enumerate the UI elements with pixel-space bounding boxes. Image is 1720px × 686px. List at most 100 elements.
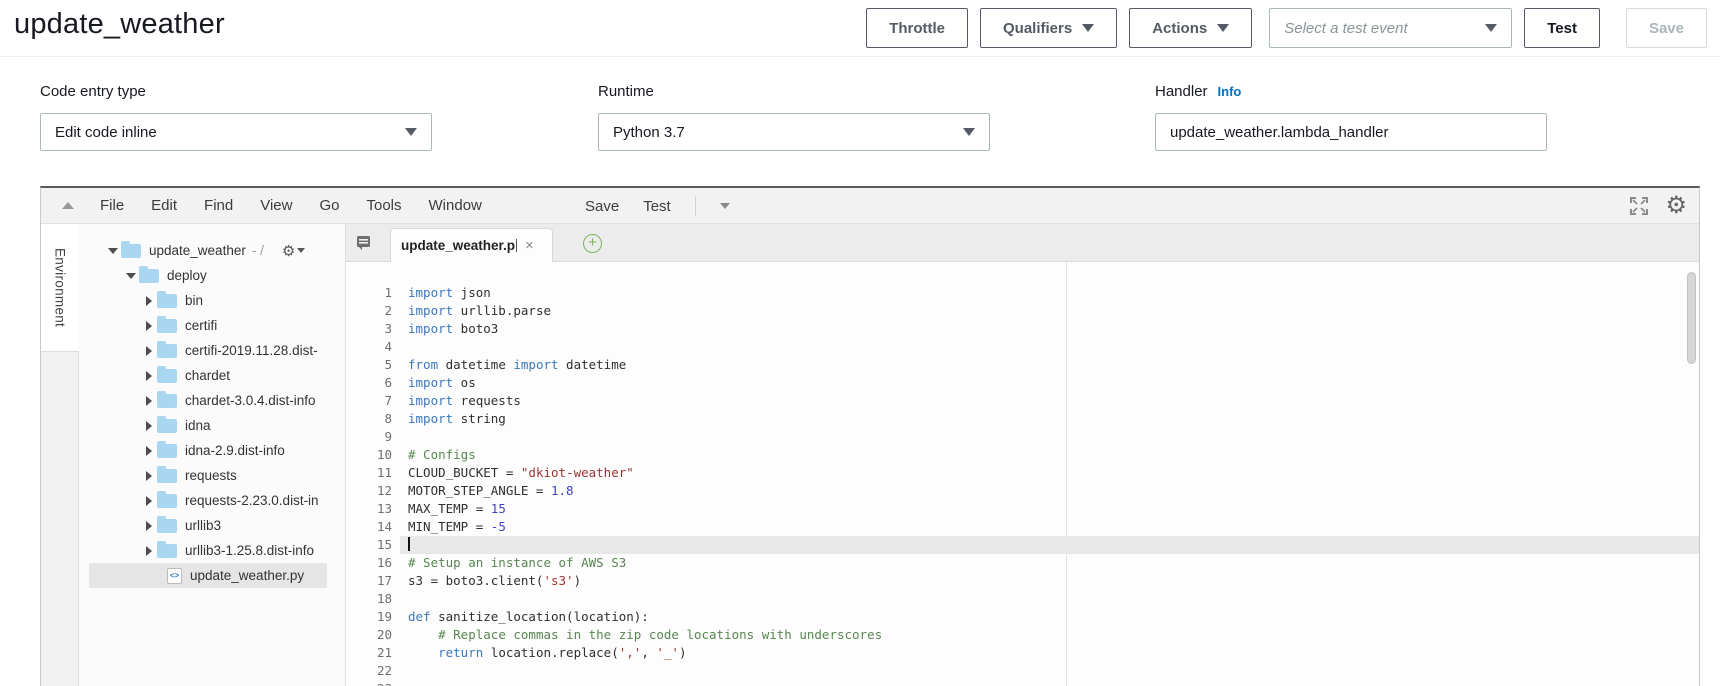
tree-folder-certifi[interactable]: certifi	[79, 313, 345, 338]
code-entry-type-group: Code entry type Edit code inline	[40, 83, 432, 151]
editor-settings-gear-icon[interactable]: ⚙	[1665, 194, 1687, 218]
editor-menubar-icons: ⚙	[1628, 188, 1687, 224]
chevron-collapsed-icon[interactable]	[141, 421, 157, 431]
line-number: 14	[346, 518, 400, 536]
code-line-21[interactable]: 21 return location.replace(',', '_')	[346, 644, 1699, 662]
code-line-23[interactable]: 23	[346, 680, 1699, 686]
code-line-7[interactable]: 7import requests	[346, 392, 1699, 410]
chevron-collapsed-icon[interactable]	[141, 496, 157, 506]
menu-tools[interactable]: Tools	[366, 197, 401, 214]
code-line-14[interactable]: 14MIN_TEMP = -5	[346, 518, 1699, 536]
tree-folder-idna[interactable]: idna	[79, 413, 345, 438]
code-line-5[interactable]: 5from datetime import datetime	[346, 356, 1699, 374]
handler-info-link[interactable]: Info	[1218, 84, 1242, 99]
tree-folder-requests-2-23-0-dist-in[interactable]: requests-2.23.0.dist-in	[79, 488, 345, 513]
tree-folder-certifi-2019-11-28-dist-[interactable]: certifi-2019.11.28.dist-	[79, 338, 345, 363]
code-line-2[interactable]: 2import urllib.parse	[346, 302, 1699, 320]
code-line-11[interactable]: 11CLOUD_BUCKET = "dkiot-weather"	[346, 464, 1699, 482]
line-number: 12	[346, 482, 400, 500]
save-button[interactable]: Save	[1626, 8, 1707, 48]
tree-item-label: update_weather	[149, 243, 246, 258]
code-line-20[interactable]: 20 # Replace commas in the zip code loca…	[346, 626, 1699, 644]
chevron-expanded-icon[interactable]	[123, 273, 139, 279]
menu-edit[interactable]: Edit	[151, 197, 177, 214]
runtime-select[interactable]: Python 3.7	[598, 113, 990, 151]
chevron-collapsed-icon[interactable]	[141, 521, 157, 531]
code-line-18[interactable]: 18	[346, 590, 1699, 608]
code-line-10[interactable]: 10# Configs	[346, 446, 1699, 464]
fullscreen-icon[interactable]	[1628, 195, 1650, 217]
code-line-text	[400, 590, 1699, 608]
new-tab-button[interactable]: +	[583, 234, 602, 253]
chevron-collapsed-icon[interactable]	[141, 446, 157, 456]
code-line-16[interactable]: 16# Setup an instance of AWS S3	[346, 554, 1699, 572]
chevron-expanded-icon[interactable]	[105, 248, 121, 254]
code-line-text: def sanitize_location(location):	[400, 608, 1699, 626]
chevron-collapsed-icon[interactable]	[141, 296, 157, 306]
tab-update-weather-py[interactable]: update_weather.p ×	[390, 228, 553, 262]
test-options-caret-icon[interactable]	[720, 203, 730, 209]
chevron-collapsed-icon[interactable]	[141, 546, 157, 556]
menu-go[interactable]: Go	[319, 197, 339, 214]
tree-folder-deploy[interactable]: deploy	[79, 263, 345, 288]
handler-input[interactable]: update_weather.lambda_handler	[1155, 113, 1547, 151]
code-line-12[interactable]: 12MOTOR_STEP_ANGLE = 1.8	[346, 482, 1699, 500]
line-number: 23	[346, 680, 400, 686]
line-number: 1	[346, 284, 400, 302]
editor-menus: File Edit Find View Go Tools Window	[100, 197, 482, 214]
code-line-15[interactable]: 15	[346, 536, 1699, 554]
tab-label: update_weather.p	[401, 238, 515, 253]
test-event-select[interactable]: Select a test event	[1269, 8, 1512, 48]
chevron-collapsed-icon[interactable]	[141, 346, 157, 356]
code-line-3[interactable]: 3import boto3	[346, 320, 1699, 338]
tab-close-icon[interactable]: ×	[525, 238, 534, 253]
tree-folder-urllib3[interactable]: urllib3	[79, 513, 345, 538]
editor-test-menu[interactable]: Test	[643, 198, 671, 215]
tree-file-update-weather-py[interactable]: <>update_weather.py	[89, 563, 327, 588]
code-line-9[interactable]: 9	[346, 428, 1699, 446]
tree-folder-urllib3-1-25-8-dist-info[interactable]: urllib3-1.25.8.dist-info	[79, 538, 345, 563]
code-line-4[interactable]: 4	[346, 338, 1699, 356]
tree-folder-requests[interactable]: requests	[79, 463, 345, 488]
tree-settings-gear-icon[interactable]: ⚙	[282, 242, 305, 260]
tree-folder-update-weather[interactable]: update_weather- /⚙	[79, 238, 345, 263]
editor-save-menu[interactable]: Save	[585, 198, 619, 215]
code-line-17[interactable]: 17s3 = boto3.client('s3')	[346, 572, 1699, 590]
code-line-19[interactable]: 19def sanitize_location(location):	[346, 608, 1699, 626]
menu-view[interactable]: View	[260, 197, 292, 214]
tab-list-icon[interactable]	[354, 233, 374, 253]
chevron-collapsed-icon[interactable]	[141, 321, 157, 331]
code-line-13[interactable]: 13MAX_TEMP = 15	[346, 500, 1699, 518]
code-entry-type-select[interactable]: Edit code inline	[40, 113, 432, 151]
code-line-6[interactable]: 6import os	[346, 374, 1699, 392]
chevron-collapsed-icon[interactable]	[141, 471, 157, 481]
header-actions: Throttle Qualifiers Actions Select a tes…	[854, 8, 1707, 48]
tree-folder-idna-2-9-dist-info[interactable]: idna-2.9.dist-info	[79, 438, 345, 463]
chevron-collapsed-icon[interactable]	[141, 371, 157, 381]
tree-folder-chardet[interactable]: chardet	[79, 363, 345, 388]
code-editing-area[interactable]: 1import json2import urllib.parse3import …	[346, 262, 1699, 686]
tree-item-label: requests-2.23.0.dist-in	[185, 493, 319, 508]
tree-folder-chardet-3-0-4-dist-info[interactable]: chardet-3.0.4.dist-info	[79, 388, 345, 413]
throttle-button[interactable]: Throttle	[866, 8, 968, 48]
runtime-label: Runtime	[598, 83, 990, 100]
qualifiers-button[interactable]: Qualifiers	[980, 8, 1117, 48]
code-line-8[interactable]: 8import string	[346, 410, 1699, 428]
actions-button[interactable]: Actions	[1129, 8, 1252, 48]
menu-window[interactable]: Window	[429, 197, 482, 214]
handler-group: HandlerInfo update_weather.lambda_handle…	[1155, 83, 1547, 151]
tree-folder-bin[interactable]: bin	[79, 288, 345, 313]
code-line-text: MOTOR_STEP_ANGLE = 1.8	[400, 482, 1699, 500]
line-number: 20	[346, 626, 400, 644]
chevron-collapsed-icon[interactable]	[141, 396, 157, 406]
actions-label: Actions	[1152, 20, 1207, 37]
code-line-1[interactable]: 1import json	[346, 284, 1699, 302]
menu-file[interactable]: File	[100, 197, 124, 214]
collapse-panel-icon[interactable]	[62, 202, 74, 209]
chevron-down-icon	[1082, 24, 1094, 32]
folder-icon	[157, 419, 177, 433]
test-button[interactable]: Test	[1524, 8, 1600, 48]
environment-tab[interactable]: Environment	[41, 224, 79, 352]
menu-find[interactable]: Find	[204, 197, 233, 214]
code-line-22[interactable]: 22	[346, 662, 1699, 680]
